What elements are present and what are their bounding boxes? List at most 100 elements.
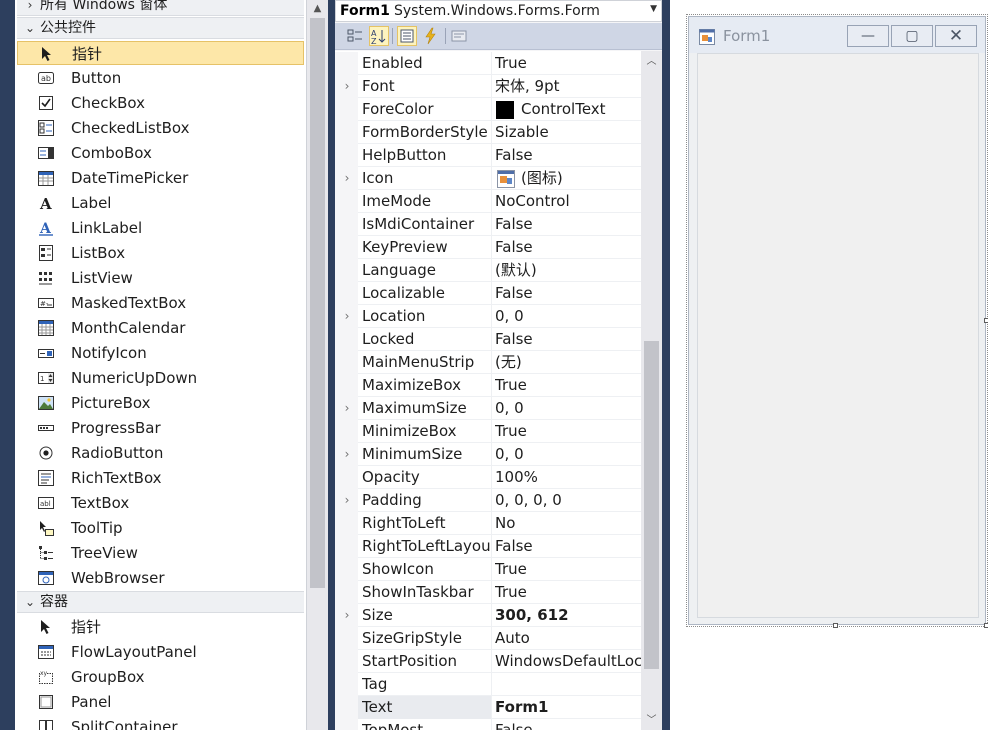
property-row[interactable]: MainMenuStrip (无) xyxy=(335,351,641,374)
property-value[interactable]: True xyxy=(495,559,641,579)
toolbox-item[interactable]: NotifyIcon xyxy=(17,341,304,365)
toolbox-item[interactable]: ProgressBar xyxy=(17,416,304,440)
property-row[interactable]: TopMost False xyxy=(335,719,641,730)
toolbox-item[interactable]: FlowLayoutPanel xyxy=(17,640,304,664)
events-button[interactable] xyxy=(421,26,441,46)
property-row[interactable]: SizeGripStyle Auto xyxy=(335,627,641,650)
property-value[interactable]: False xyxy=(495,145,641,165)
property-value[interactable]: True xyxy=(495,53,641,73)
property-value[interactable]: False xyxy=(495,329,641,349)
property-value[interactable]: False xyxy=(495,283,641,303)
property-value[interactable]: ControlText xyxy=(521,99,641,119)
property-row[interactable]: FormBorderStyle Sizable xyxy=(335,121,641,144)
property-value[interactable]: False xyxy=(495,214,641,234)
property-row[interactable]: HelpButton False xyxy=(335,144,641,167)
toolbox-item[interactable]: WebBrowser xyxy=(17,566,304,590)
toolbox-item[interactable]: ComboBox xyxy=(17,141,304,165)
categorized-button[interactable] xyxy=(345,26,365,46)
toolbox-item[interactable]: DateTimePicker xyxy=(17,166,304,190)
toolbox-category-all-windows[interactable]: › 所有 Windows 窗体 xyxy=(17,0,304,16)
property-row[interactable]: ShowInTaskbar True xyxy=(335,581,641,604)
toolbox-item[interactable]: ab Button xyxy=(17,66,304,90)
property-value[interactable]: (无) xyxy=(495,352,641,372)
property-value[interactable]: Auto xyxy=(495,628,641,648)
toolbox-item[interactable]: xy GroupBox xyxy=(17,665,304,689)
property-row[interactable]: Text Form1 xyxy=(335,696,641,719)
close-button[interactable]: ✕ xyxy=(935,25,977,47)
property-row[interactable]: ForeColor ControlText xyxy=(335,98,641,121)
expand-chevron-icon[interactable]: › xyxy=(341,491,353,509)
property-value[interactable]: True xyxy=(495,375,641,395)
expand-chevron-icon[interactable]: › xyxy=(341,307,353,325)
expand-chevron-icon[interactable]: › xyxy=(341,445,353,463)
property-value[interactable]: False xyxy=(495,720,641,730)
object-selector[interactable]: Form1 System.Windows.Forms.Form ▼ xyxy=(335,0,662,22)
dropdown-arrow-icon[interactable]: ▼ xyxy=(650,4,657,14)
property-row[interactable]: › MaximumSize 0, 0 xyxy=(335,397,641,420)
toolbox-item[interactable]: MonthCalendar xyxy=(17,316,304,340)
property-row[interactable]: RightToLeftLayout False xyxy=(335,535,641,558)
property-row[interactable]: › Font 宋体, 9pt xyxy=(335,75,641,98)
property-row[interactable]: Tag xyxy=(335,673,641,696)
toolbox-item[interactable]: SplitContainer xyxy=(17,715,304,730)
toolbox-item[interactable]: A LinkLabel xyxy=(17,216,304,240)
property-value[interactable]: (图标) xyxy=(521,168,641,188)
property-value[interactable]: WindowsDefaultLocation xyxy=(495,651,641,671)
property-row[interactable]: › Icon (图标) xyxy=(335,167,641,190)
toolbox-item[interactable]: PictureBox xyxy=(17,391,304,415)
property-value[interactable]: 0, 0 xyxy=(495,444,641,464)
property-row[interactable]: Opacity 100% xyxy=(335,466,641,489)
toolbox-item[interactable]: CheckBox xyxy=(17,91,304,115)
property-row[interactable]: Language (默认) xyxy=(335,259,641,282)
property-row[interactable]: › Size 300, 612 xyxy=(335,604,641,627)
toolbox-item[interactable]: TreeView xyxy=(17,541,304,565)
property-value[interactable]: Form1 xyxy=(495,697,641,717)
toolbox-item[interactable]: ListBox xyxy=(17,241,304,265)
property-row[interactable]: KeyPreview False xyxy=(335,236,641,259)
property-row[interactable]: Enabled True xyxy=(335,52,641,75)
toolbox-item[interactable]: 指针 xyxy=(17,41,304,65)
toolbox-category-common[interactable]: ⌄ 公共控件 xyxy=(17,17,304,39)
property-value[interactable]: 0, 0 xyxy=(495,398,641,418)
property-row[interactable]: Localizable False xyxy=(335,282,641,305)
property-value[interactable]: True xyxy=(495,421,641,441)
property-value[interactable]: (默认) xyxy=(495,260,641,280)
toolbox-item[interactable]: ListView xyxy=(17,266,304,290)
expand-chevron-icon[interactable]: › xyxy=(341,606,353,624)
property-row[interactable]: ImeMode NoControl xyxy=(335,190,641,213)
expand-chevron-icon[interactable]: › xyxy=(341,169,353,187)
toolbox-item[interactable]: CheckedListBox xyxy=(17,116,304,140)
property-value[interactable]: 0, 0 xyxy=(495,306,641,326)
toolbox-item[interactable]: A Label xyxy=(17,191,304,215)
toolbox-item[interactable]: 1 NumericUpDown xyxy=(17,366,304,390)
resize-handle-bottom[interactable] xyxy=(833,623,838,628)
property-row[interactable]: IsMdiContainer False xyxy=(335,213,641,236)
scroll-up-icon[interactable]: ▲ xyxy=(307,0,328,18)
resize-handle-bottom-right[interactable] xyxy=(984,623,988,628)
toolbox-item[interactable]: abl TextBox xyxy=(17,491,304,515)
form-titlebar[interactable]: Form1 — ▢ ✕ xyxy=(689,17,985,53)
property-value[interactable]: 宋体, 9pt xyxy=(495,76,641,96)
scroll-down-icon[interactable]: ﹀ xyxy=(641,712,662,730)
toolbox-category-containers[interactable]: ⌄ 容器 xyxy=(17,591,304,613)
property-pages-button[interactable] xyxy=(449,26,469,46)
toolbox-item[interactable]: RichTextBox xyxy=(17,466,304,490)
toolbox-item[interactable]: Panel xyxy=(17,690,304,714)
form-client-area[interactable] xyxy=(697,53,979,618)
property-row[interactable]: MaximizeBox True xyxy=(335,374,641,397)
property-row[interactable]: Locked False xyxy=(335,328,641,351)
minimize-button[interactable]: — xyxy=(847,25,889,47)
maximize-button[interactable]: ▢ xyxy=(891,25,933,47)
property-row[interactable]: StartPosition WindowsDefaultLocation xyxy=(335,650,641,673)
properties-button[interactable] xyxy=(397,26,417,46)
property-value[interactable]: False xyxy=(495,536,641,556)
property-value[interactable]: 300, 612 xyxy=(495,605,641,625)
scroll-up-icon[interactable]: ︿ xyxy=(641,53,662,71)
property-value[interactable]: False xyxy=(495,237,641,257)
form-window[interactable]: Form1 — ▢ ✕ xyxy=(688,16,986,625)
alphabetical-button[interactable]: AZ xyxy=(369,26,389,46)
resize-handle-right[interactable] xyxy=(984,318,988,323)
property-row[interactable]: › Padding 0, 0, 0, 0 xyxy=(335,489,641,512)
toolbox-item[interactable]: RadioButton xyxy=(17,441,304,465)
toolbox-scroll-thumb[interactable] xyxy=(310,18,325,588)
